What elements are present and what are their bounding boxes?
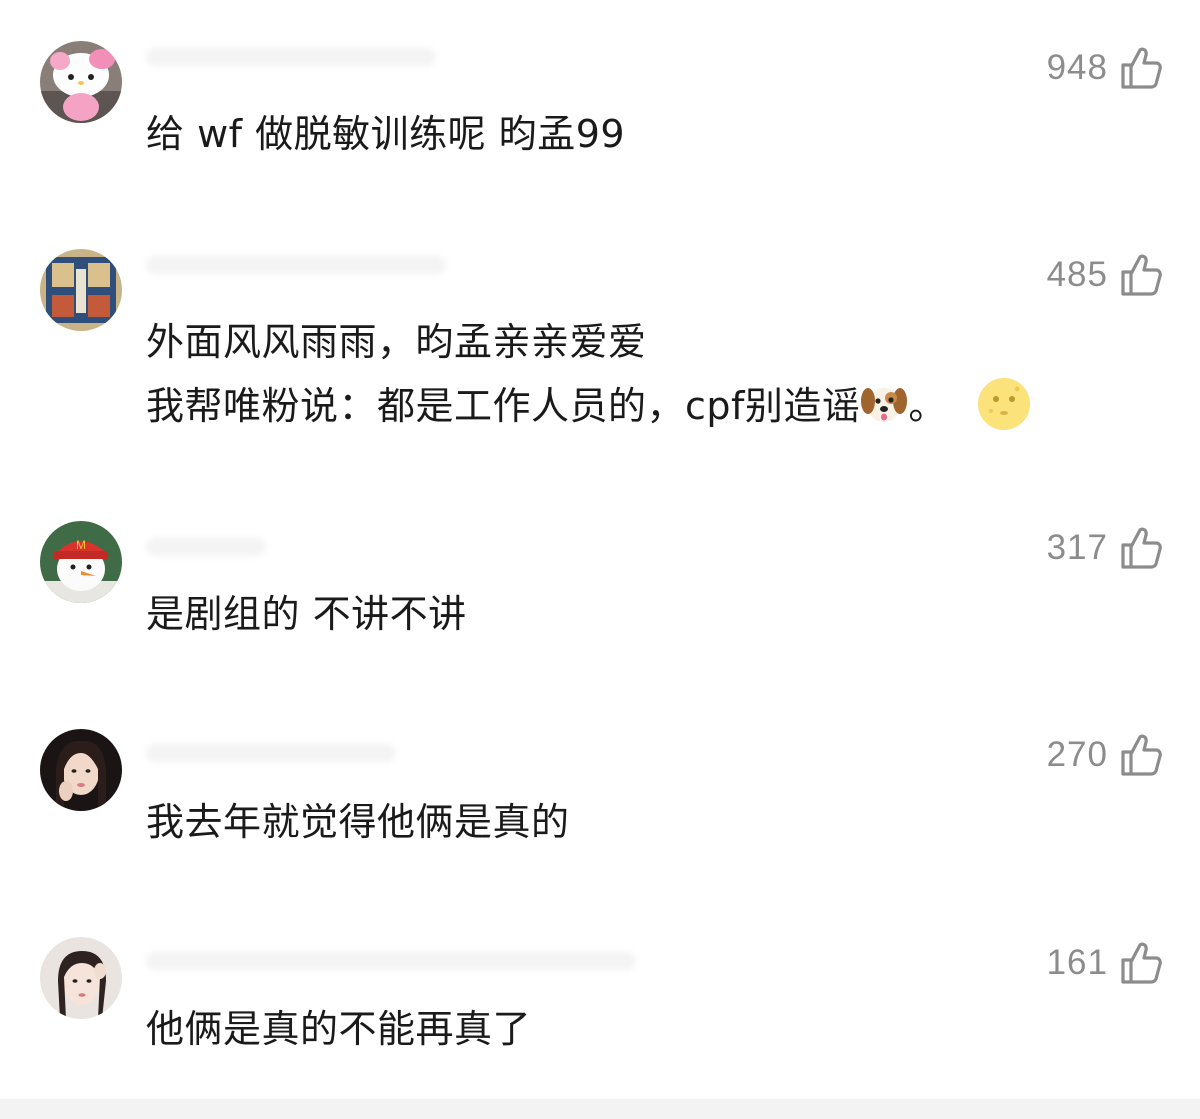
username[interactable] (146, 952, 636, 970)
comment-text: 他俩是真的不能再真了 (146, 997, 531, 1061)
username[interactable] (146, 744, 396, 762)
thumbs-up-icon (1120, 733, 1162, 777)
like-count: 270 (1046, 735, 1108, 774)
comment-line: 外面风风雨雨，昀孟亲亲爱爱 (146, 320, 647, 364)
comment-text: 外面风风雨雨，昀孟亲亲爱爱 我帮唯粉说：都是工作人员的，cpf别造谣 。 (146, 310, 1031, 450)
svg-text:M: M (76, 538, 86, 552)
like-button[interactable]: 270 (1047, 730, 1162, 780)
like-count: 485 (1046, 255, 1108, 294)
like-button[interactable]: 485 (1047, 250, 1162, 300)
bottom-divider-bar (0, 1099, 1200, 1119)
comment-line: 我帮唯粉说：都是工作人员的，cpf别造谣 (146, 384, 861, 428)
moon-face-emoji-icon (977, 377, 1031, 450)
avatar[interactable] (40, 249, 122, 331)
comment-line: 是剧组的 不讲不讲 (146, 592, 467, 636)
dog-emoji-icon (860, 379, 908, 446)
thumbs-up-icon (1120, 526, 1162, 570)
like-button[interactable]: 317 (1047, 523, 1162, 573)
thumbs-up-icon (1120, 941, 1162, 985)
thumbs-up-icon (1120, 253, 1162, 297)
comment-item[interactable]: 161 他俩是真的不能再真了 (0, 0, 1200, 1051)
like-count: 317 (1046, 528, 1108, 567)
like-count: 161 (1046, 943, 1108, 982)
comment-text: 是剧组的 不讲不讲 (146, 582, 467, 646)
comment-text: 我去年就觉得他俩是真的 (146, 790, 570, 854)
username[interactable] (146, 538, 266, 556)
avatar[interactable]: M (40, 521, 122, 603)
avatar[interactable] (40, 729, 122, 811)
comment-line: 我去年就觉得他俩是真的 (146, 800, 570, 844)
comment-line: 他俩是真的不能再真了 (146, 1007, 532, 1051)
comment-trailing-punctuation: 。 (908, 384, 947, 428)
like-button[interactable]: 161 (1047, 938, 1162, 988)
avatar[interactable] (40, 937, 122, 1019)
comment-line-with-emoji: 我帮唯粉说：都是工作人员的，cpf别造谣 。 (146, 374, 1031, 450)
username[interactable] (146, 256, 446, 274)
